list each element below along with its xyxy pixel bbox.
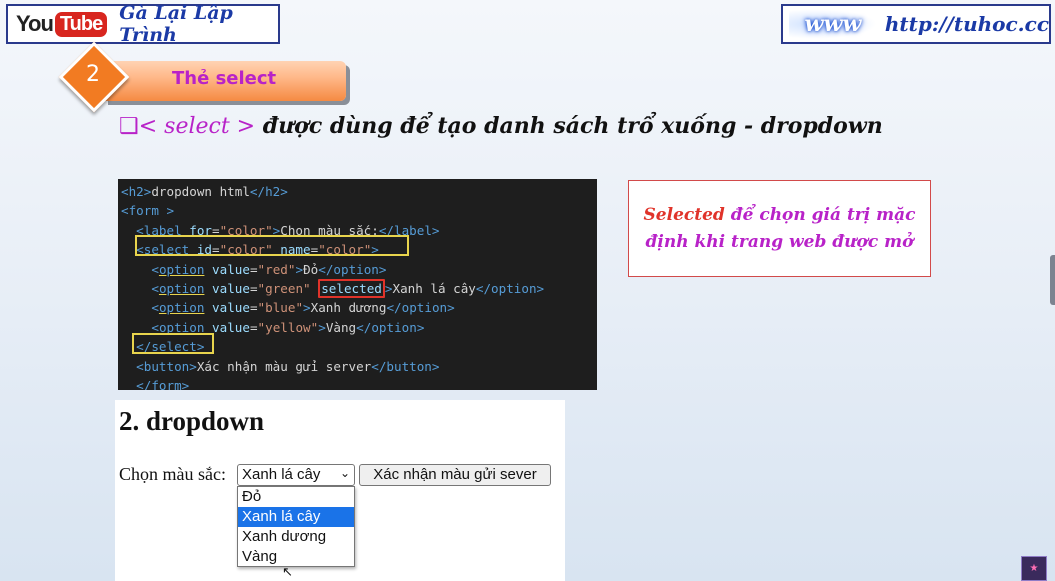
note-keyword: Selected xyxy=(643,204,725,225)
www-logo-icon: www xyxy=(789,9,877,39)
side-scroll-handle[interactable] xyxy=(1050,255,1055,305)
note-text: Selected để chọn giá trị mặc định khi tr… xyxy=(643,204,916,252)
avatar: ★ xyxy=(1021,556,1047,581)
code-line-select-close: </select> xyxy=(136,339,205,355)
code-line-option: <option value="yellow">Vàng</option> xyxy=(151,319,425,335)
code-line-h2: <h2>dropdown html</h2> xyxy=(121,184,288,199)
code-line-button: <button>Xác nhận màu gửi server</button> xyxy=(136,358,440,374)
heading-tag: < select > xyxy=(138,114,256,139)
dropdown-option-red[interactable]: Đỏ xyxy=(238,487,354,507)
mouse-cursor-icon: ↖ xyxy=(282,565,293,580)
code-line-select-open: <select id="color" name="color"> xyxy=(136,242,379,258)
youtube-logo-tube: Tube xyxy=(54,11,108,37)
submit-color-button[interactable]: Xác nhận màu gửi sever xyxy=(359,464,551,486)
youtube-logo-you: You xyxy=(16,11,54,36)
slide-heading: ❑< select > được dùng để tạo danh sách t… xyxy=(119,113,883,139)
chevron-down-icon: ⌄ xyxy=(339,466,350,480)
code-line-label: <label for="color">Chon màu sắc:</label> xyxy=(136,222,440,238)
code-line-option: <option value="red">Đỏ</option> xyxy=(151,261,387,277)
site-banner: www http://tuhoc.cc xyxy=(781,4,1051,44)
channel-banner: You Tube Gà Lại Lập Trình xyxy=(6,2,280,46)
heading-text: được dùng để tạo danh sách trổ xuống - d… xyxy=(255,113,883,139)
browser-preview: 2. dropdown Chọn màu sắc: Xanh lá cây ⌄ … xyxy=(115,400,565,581)
code-line-form-open: <form > xyxy=(121,203,175,219)
dropdown-option-yellow[interactable]: Vàng xyxy=(238,547,354,567)
dropdown-option-green[interactable]: Xanh lá cây xyxy=(238,507,354,527)
code-line-option: <option value="blue">Xanh dương</option> xyxy=(151,300,455,316)
color-dropdown-list: Đỏ Xanh lá cây Xanh dương Vàng xyxy=(237,486,355,567)
channel-name: Gà Lại Lập Trình xyxy=(119,2,233,46)
selected-keyword-highlight: selected xyxy=(318,279,385,299)
preview-heading: 2. dropdown xyxy=(119,406,265,436)
note-box: Selected để chọn giá trị mặc định khi tr… xyxy=(628,180,931,277)
checkbox-bullet-icon: ❑ xyxy=(119,114,139,139)
preview-color-label: Chọn màu sắc: xyxy=(119,464,226,484)
color-select[interactable]: Xanh lá cây ⌄ xyxy=(237,464,355,486)
code-line-option-selected: <option value="green" selected >Xanh lá c… xyxy=(151,279,545,299)
dropdown-option-blue[interactable]: Xanh dương xyxy=(238,527,354,547)
site-url: http://tuhoc.cc xyxy=(884,12,1049,36)
section-title: Thẻ select xyxy=(172,68,277,89)
section-number: 2 xyxy=(86,62,100,87)
code-line-form-close: </form> xyxy=(136,378,190,390)
color-select-value: Xanh lá cây xyxy=(242,466,321,483)
code-block: <h2>dropdown html</h2> <form > <label fo… xyxy=(118,179,597,390)
